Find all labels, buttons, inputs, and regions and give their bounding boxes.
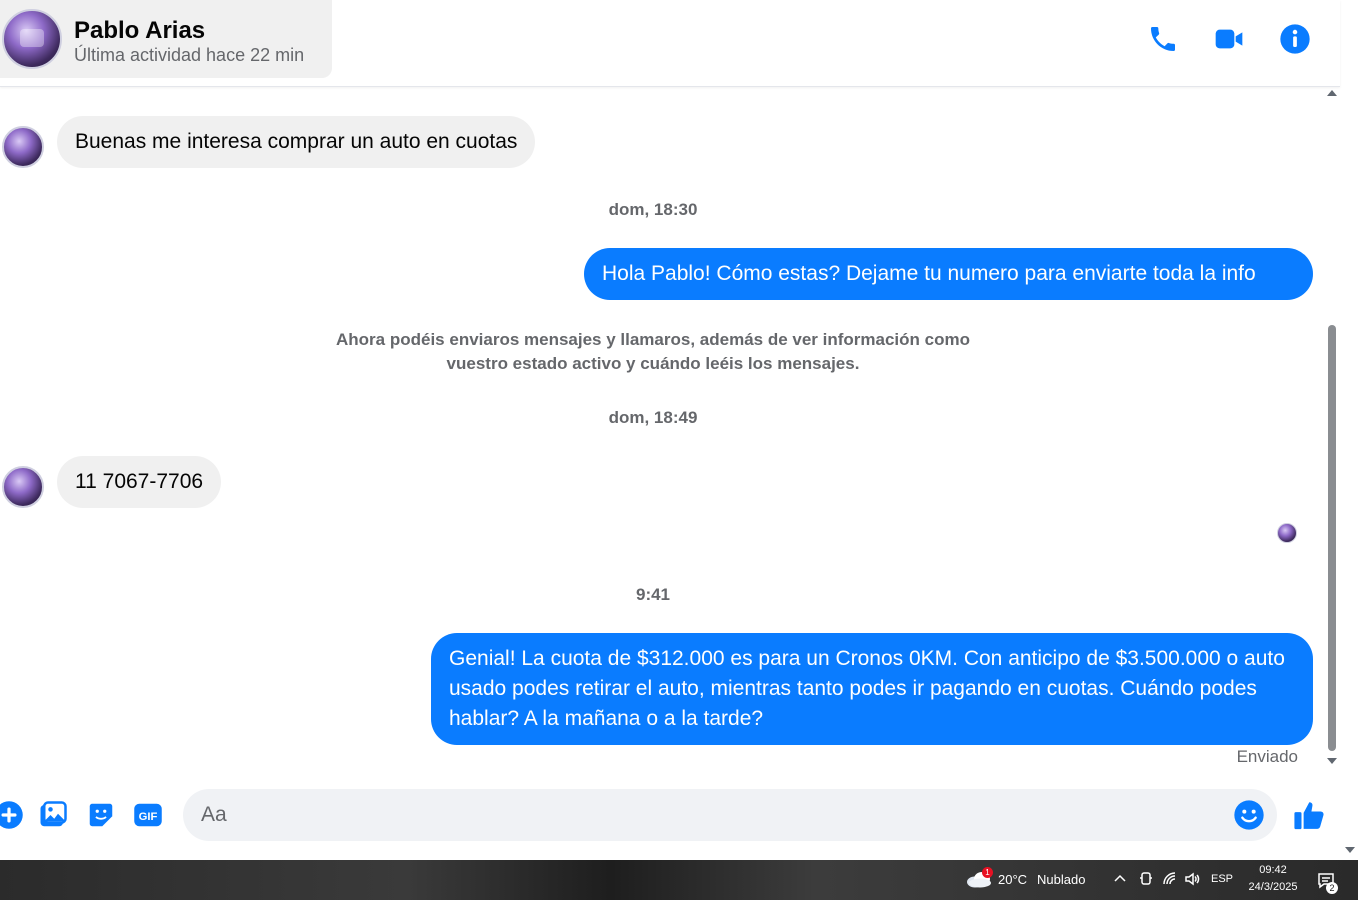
- weather-condition[interactable]: Nublado: [1037, 872, 1085, 887]
- contact-avatar[interactable]: [2, 9, 62, 69]
- message-timestamp: dom, 18:30: [608, 200, 698, 219]
- more-actions-button[interactable]: [0, 798, 26, 832]
- page-scroll-down-arrow-icon[interactable]: [1345, 847, 1355, 853]
- wifi-icon[interactable]: [1162, 871, 1178, 887]
- chevron-up-icon: [1114, 874, 1126, 882]
- message-composer[interactable]: [183, 789, 1277, 841]
- emoji-button[interactable]: [1233, 799, 1265, 831]
- chat-header: Pablo Arias Última actividad hace 22 min: [0, 0, 1340, 87]
- attach-image-button[interactable]: [36, 798, 70, 832]
- sticker-icon: [89, 803, 113, 827]
- info-icon: [1280, 24, 1310, 54]
- phone-call-button[interactable]: [1146, 22, 1180, 56]
- show-hidden-icons-button[interactable]: [1112, 871, 1128, 887]
- system-note-line-2: vuestro estado activo y cuándo leéis los…: [446, 354, 860, 373]
- contact-name[interactable]: Pablo Arias: [74, 17, 205, 45]
- read-receipt-avatar: [1277, 523, 1297, 543]
- send-like-button[interactable]: [1292, 797, 1328, 833]
- contact-status: Última actividad hace 22 min: [74, 45, 305, 65]
- outgoing-message[interactable]: Hola Pablo! Cómo estas? Dejame tu numero…: [584, 248, 1313, 300]
- delivery-status: Enviado: [1236, 747, 1298, 766]
- clock-time[interactable]: 09:42: [1244, 864, 1302, 876]
- windows-taskbar: [0, 860, 1358, 900]
- input-language[interactable]: ESP: [1206, 873, 1238, 885]
- video-call-button[interactable]: [1212, 22, 1246, 56]
- system-note-line-1: Ahora podéis enviaros mensajes y llamaro…: [336, 330, 970, 349]
- video-icon: [1215, 29, 1243, 49]
- scrollbar-thumb[interactable]: [1328, 325, 1336, 751]
- scroll-up-arrow-icon[interactable]: [1327, 90, 1337, 96]
- incoming-message[interactable]: 11 7067-7706: [57, 456, 222, 508]
- meet-now-icon[interactable]: [1138, 871, 1154, 887]
- message-timestamp: dom, 18:49: [608, 408, 698, 427]
- message-input[interactable]: [201, 801, 1201, 829]
- sender-avatar[interactable]: [2, 466, 44, 508]
- emoji-icon: [1234, 800, 1264, 830]
- image-icon: [40, 801, 67, 827]
- contact-chip[interactable]: Pablo Arias Última actividad hace 22 min: [0, 0, 332, 78]
- messenger-window: Pablo Arias Última actividad hace 22 min…: [0, 0, 1358, 900]
- sender-avatar[interactable]: [2, 126, 44, 168]
- notification-count-badge: 2: [1326, 882, 1338, 894]
- conversation-info-button[interactable]: [1278, 22, 1312, 56]
- clock-date[interactable]: 24/3/2025: [1244, 881, 1302, 893]
- gif-button[interactable]: GIF: [131, 798, 165, 832]
- phone-icon: [1151, 27, 1175, 51]
- thumbs-up-icon: [1294, 802, 1324, 830]
- weather-alert-badge: 1: [982, 867, 993, 878]
- gif-icon: GIF: [134, 803, 162, 827]
- message-timestamp: 9:41: [635, 585, 671, 604]
- incoming-message[interactable]: Buenas me interesa comprar un auto en cu…: [57, 116, 536, 168]
- scroll-down-arrow-icon[interactable]: [1327, 758, 1337, 764]
- outgoing-message[interactable]: Genial! La cuota de $312.000 es para un …: [431, 633, 1313, 745]
- plus-icon: [0, 801, 23, 829]
- sticker-button[interactable]: [84, 798, 118, 832]
- svg-text:GIF: GIF: [139, 811, 158, 823]
- volume-icon[interactable]: [1184, 871, 1200, 887]
- weather-temperature[interactable]: 20°C: [998, 872, 1027, 887]
